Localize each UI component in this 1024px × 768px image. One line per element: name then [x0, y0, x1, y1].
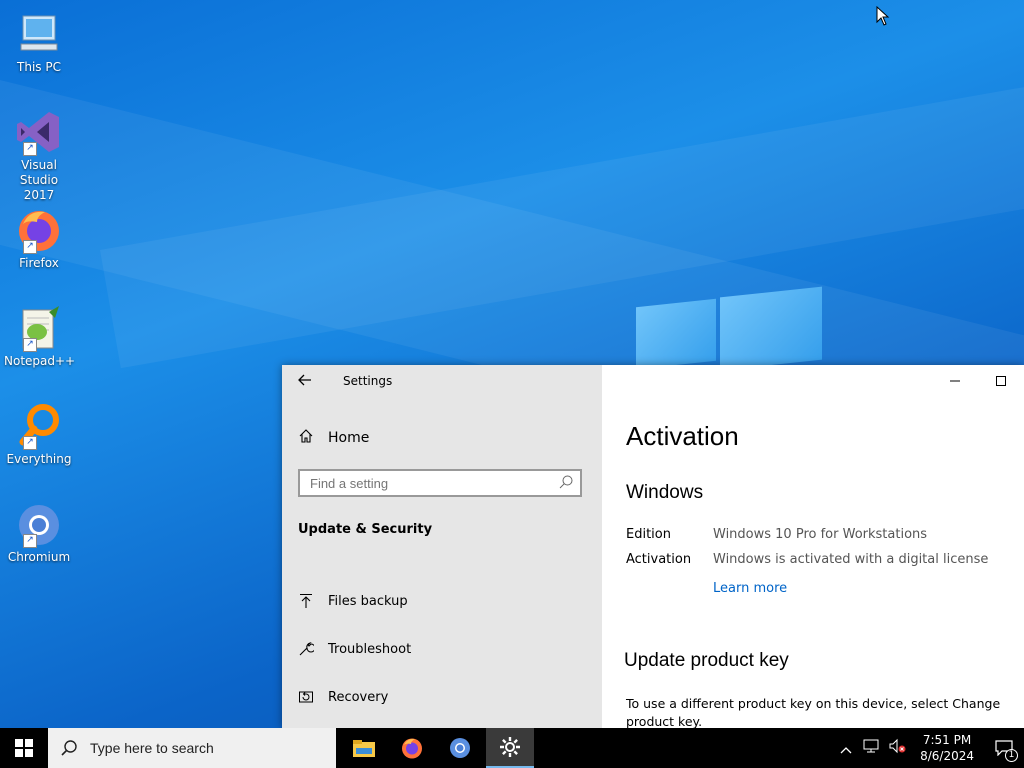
find-setting-input[interactable] — [300, 471, 560, 495]
clock[interactable]: 7:51 PM 8/6/2024 — [920, 732, 974, 764]
desktop-icon-label: Notepad++ — [4, 354, 76, 368]
recovery-icon — [298, 689, 314, 705]
visual-studio-icon: ↗ — [15, 108, 63, 156]
search-icon[interactable] — [558, 474, 574, 494]
find-setting-search[interactable] — [298, 469, 582, 497]
clock-date: 8/6/2024 — [920, 749, 974, 763]
firefox-icon: ↗ — [15, 206, 63, 254]
desktop-icon-label: This PC — [17, 60, 61, 74]
volume-muted-icon[interactable] — [888, 738, 906, 758]
page-title: Activation — [626, 421, 739, 451]
update-key-heading: Update product key — [624, 650, 789, 671]
edition-value: Windows 10 Pro for Workstations — [713, 527, 928, 542]
desktop-icon-label: Visual Studio 2017 — [19, 158, 59, 202]
shortcut-arrow-icon: ↗ — [23, 338, 37, 352]
shortcut-arrow-icon: ↗ — [23, 142, 37, 156]
windows-logo-pane — [720, 286, 822, 371]
minimize-button[interactable] — [932, 365, 978, 397]
settings-window[interactable]: Settings Home Update & Security Files ba… — [282, 365, 1024, 728]
backup-arrow-icon — [298, 593, 314, 609]
nav-item-label: Files backup — [328, 593, 408, 609]
windows-logo-pane — [636, 298, 716, 370]
everything-search-icon: ↗ — [15, 402, 63, 450]
taskbar-firefox[interactable] — [388, 728, 436, 768]
search-icon — [61, 740, 77, 756]
notification-count-badge: 1 — [1005, 749, 1018, 762]
taskbar-search-placeholder: Type here to search — [90, 740, 214, 756]
desktop: This PC ↗ Visual Studio 2017 ↗ Firefox ↗… — [0, 0, 1024, 728]
taskbar-chromium[interactable] — [436, 728, 484, 768]
activation-label: Activation — [626, 552, 692, 567]
nav-item-label: Troubleshoot — [328, 641, 412, 657]
desktop-icon-label: Firefox — [19, 256, 59, 270]
settings-gear-icon — [500, 737, 520, 757]
chromium-icon: ↗ — [15, 500, 63, 548]
desktop-icon-everything[interactable]: ↗ Everything — [4, 402, 74, 467]
update-key-text: To use a different product key on this d… — [626, 696, 1001, 728]
network-icon[interactable] — [862, 738, 880, 758]
start-button[interactable] — [0, 728, 48, 768]
chromium-icon — [450, 738, 470, 758]
nav-troubleshoot[interactable]: Troubleshoot — [298, 641, 411, 657]
window-title: Settings — [343, 374, 393, 388]
shortcut-arrow-icon: ↗ — [23, 436, 37, 450]
system-tray: 7:51 PM 8/6/2024 1 — [834, 728, 1024, 768]
back-arrow-icon[interactable] — [298, 372, 312, 391]
wrench-icon — [298, 641, 314, 657]
action-center-button[interactable]: 1 — [984, 728, 1024, 768]
taskbar: Type here to search 7:51 PM 8/6/2024 1 — [0, 728, 1024, 768]
desktop-icon-label: Chromium — [7, 550, 71, 564]
desktop-icon-label: Everything — [6, 452, 72, 466]
windows-heading: Windows — [626, 482, 704, 503]
clock-time: 7:51 PM — [922, 733, 972, 747]
windows-start-icon — [15, 739, 33, 757]
taskbar-search-box[interactable]: Type here to search — [48, 728, 336, 768]
shortcut-arrow-icon: ↗ — [23, 240, 37, 254]
nav-recovery[interactable]: Recovery — [298, 689, 388, 705]
nav-item-label: Recovery — [328, 689, 389, 705]
section-title: Update & Security — [298, 522, 433, 537]
desktop-icon-visual-studio[interactable]: ↗ Visual Studio 2017 — [4, 108, 74, 203]
desktop-icon-firefox[interactable]: ↗ Firefox — [4, 206, 74, 271]
activation-value: Windows is activated with a digital lice… — [713, 552, 989, 567]
file-explorer-icon — [353, 740, 375, 757]
notepadpp-icon: ↗ — [15, 304, 63, 352]
desktop-icon-notepadpp[interactable]: ↗ Notepad++ — [4, 304, 76, 369]
show-hidden-icons-chevron-icon[interactable] — [840, 739, 852, 758]
learn-more-link[interactable]: Learn more — [713, 581, 787, 596]
window-controls — [932, 365, 1024, 397]
maximize-button[interactable] — [978, 365, 1024, 397]
computer-icon — [15, 10, 63, 58]
taskbar-settings[interactable] — [486, 728, 534, 768]
nav-home-label: Home — [328, 430, 370, 446]
firefox-icon — [402, 738, 422, 759]
home-icon — [298, 428, 314, 448]
edition-label: Edition — [626, 527, 671, 542]
taskbar-file-explorer[interactable] — [340, 728, 388, 768]
settings-sidebar: Settings Home Update & Security Files ba… — [282, 365, 602, 728]
desktop-icon-chromium[interactable]: ↗ Chromium — [4, 500, 74, 565]
desktop-icon-this-pc[interactable]: This PC — [4, 10, 74, 75]
mouse-cursor-icon — [876, 5, 890, 30]
nav-files-backup[interactable]: Files backup — [298, 593, 408, 609]
shortcut-arrow-icon: ↗ — [23, 534, 37, 548]
nav-home[interactable]: Home — [298, 428, 369, 448]
